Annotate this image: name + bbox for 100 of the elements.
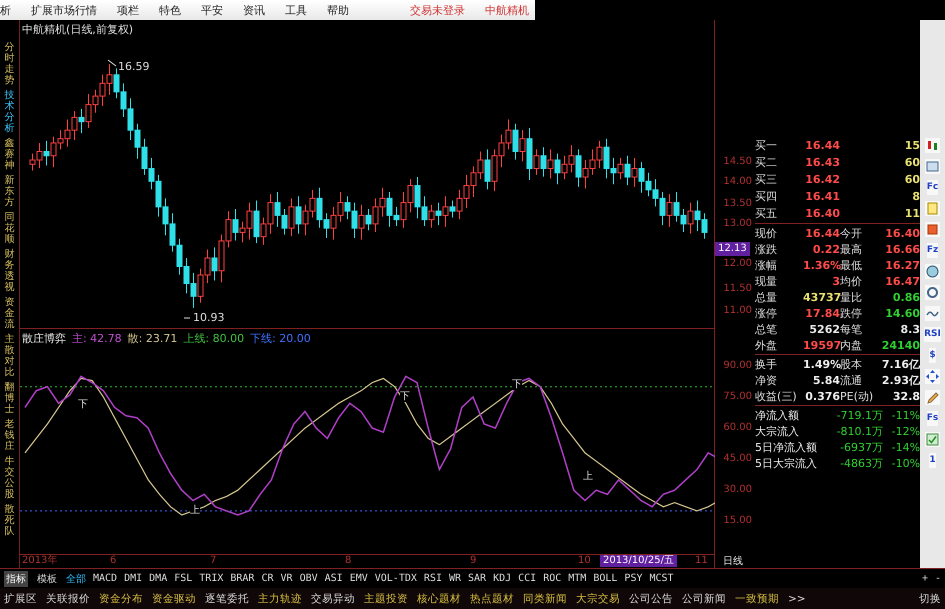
stat-value: 1.36% — [803, 258, 840, 272]
circle-icon[interactable] — [925, 285, 940, 300]
zoom-button[interactable]: + — [922, 573, 928, 584]
low-price-label: 10.93 — [192, 311, 224, 324]
bottom-tab[interactable]: 扩展区 — [4, 592, 37, 606]
flow-amount: -6937万 — [839, 440, 884, 454]
mode-tab[interactable]: 指标 — [4, 570, 28, 586]
globe-icon[interactable] — [925, 264, 940, 279]
indicator-tab[interactable]: OBV — [300, 573, 318, 584]
menu-item[interactable]: 帮助 — [327, 2, 349, 18]
indicator-tab[interactable]: RSI — [424, 573, 442, 584]
indicator-tab[interactable]: PSY — [624, 573, 642, 584]
bottom-tab[interactable]: 交易异动 — [311, 592, 355, 606]
bottom-tab[interactable]: 核心题材 — [417, 592, 461, 606]
bottom-tab[interactable]: 热点题材 — [470, 592, 514, 606]
high-price-label: 16.59 — [118, 60, 150, 73]
indicator-tab[interactable]: WR — [448, 573, 462, 584]
indicator-tab[interactable]: ASI — [324, 573, 343, 584]
check-icon[interactable] — [925, 432, 940, 447]
stat-label: 股本 — [840, 356, 864, 372]
side-tab[interactable]: 资金流 — [4, 297, 14, 330]
side-tab[interactable]: 老钱庄 — [4, 419, 14, 452]
bottom-tab[interactable]: >> — [788, 592, 806, 604]
wave-icon[interactable] — [925, 306, 940, 321]
status-text: 中航精机 — [485, 2, 529, 18]
zoom-button[interactable]: - — [934, 573, 941, 584]
side-tab[interactable]: 技术分析 — [4, 90, 14, 134]
stat-label: 量比 — [840, 290, 864, 304]
toolbar-button[interactable]: Fc — [926, 180, 938, 195]
window-icon[interactable] — [925, 159, 940, 174]
side-tab[interactable]: 牛交公股 — [4, 456, 14, 500]
move-icon[interactable] — [925, 369, 940, 384]
pencil-icon[interactable] — [925, 390, 940, 405]
toolbar-button[interactable]: 1 — [929, 453, 936, 468]
cross-marker: 下 — [78, 399, 88, 410]
indicator-tab[interactable]: BOLL — [593, 573, 618, 584]
cross-marker: 上 — [190, 505, 200, 516]
cross-marker: 下 — [400, 391, 410, 402]
bottom-tab[interactable]: 主题投资 — [364, 592, 408, 606]
flow-label: 5日大宗流入 — [755, 456, 818, 470]
indicator-tab[interactable]: VOL-TDX — [374, 573, 417, 584]
stat-label: 换手 — [755, 356, 778, 372]
indicator-tab[interactable]: 全部 — [66, 572, 86, 586]
side-tab[interactable]: 鑫赛神 — [4, 138, 14, 171]
indicator-tab[interactable]: BRAR — [230, 573, 254, 584]
indicator-tick: 90.00 — [723, 360, 752, 371]
bottom-tab[interactable]: 公司新闻 — [682, 592, 726, 606]
menu-item[interactable]: 扩展市场行情 — [31, 2, 97, 18]
indicator-value: 下线: 20.00 — [250, 331, 311, 346]
toolbar-button[interactable]: Fs — [926, 411, 938, 426]
indicator-tab[interactable]: DMI — [124, 573, 142, 584]
indicator-tab[interactable]: MACD — [93, 573, 118, 584]
menu-item[interactable]: 工具 — [285, 2, 307, 18]
bottom-tab[interactable]: 关联报价 — [46, 592, 90, 606]
indicator-tab[interactable]: SAR — [468, 573, 486, 584]
note-icon[interactable] — [925, 201, 940, 216]
side-tab[interactable]: 主散对比 — [4, 334, 14, 378]
bottom-tab[interactable]: 资金分布 — [99, 592, 143, 606]
menu-item[interactable]: 项栏 — [117, 2, 139, 18]
bottom-tab[interactable]: 公司公告 — [629, 592, 673, 606]
indicator-tab[interactable]: EMV — [350, 573, 368, 584]
flow-label: 大宗流入 — [755, 424, 800, 438]
bottom-tab[interactable]: 同类新闻 — [523, 592, 567, 606]
toolbar-button[interactable]: $ — [929, 348, 936, 363]
cross-marker: 上 — [582, 471, 593, 482]
indicator-tab[interactable]: VR — [280, 573, 293, 584]
indicator-tab[interactable]: KDJ — [493, 573, 512, 584]
menu-item[interactable]: 平安 — [201, 2, 223, 18]
side-tab[interactable]: 同花顺 — [4, 212, 14, 245]
bottom-tab[interactable]: 逐笔委托 — [205, 592, 249, 606]
indicator-name: 散庄博弈 — [22, 331, 66, 346]
bottom-tab[interactable]: 大宗交易 — [576, 592, 620, 606]
menu-item[interactable]: 析 — [0, 2, 11, 18]
indicator-tab[interactable]: DMA — [149, 573, 168, 584]
indicator-tab[interactable]: CCI — [518, 573, 536, 584]
candlestick-icon[interactable] — [925, 138, 940, 153]
indicator-tab[interactable]: MTM — [568, 573, 586, 584]
toolbar-button[interactable]: RSI — [924, 327, 941, 342]
side-tab[interactable]: 财务透视 — [4, 249, 14, 293]
indicator-tab[interactable]: TRIX — [199, 573, 224, 584]
menu-item[interactable]: 资讯 — [243, 2, 265, 18]
bottom-tab[interactable]: 资金驱动 — [152, 592, 196, 606]
toolbar-button[interactable]: Fz — [926, 243, 938, 258]
side-tab[interactable]: 翻博士 — [4, 382, 14, 415]
side-tab[interactable]: 散死队 — [4, 504, 14, 537]
side-tab[interactable]: 分时走势 — [4, 42, 14, 86]
indicator-tab[interactable]: CR — [261, 573, 274, 584]
stat-value: 1.49% — [803, 358, 840, 370]
bottom-tab[interactable]: 一致预期 — [735, 592, 779, 606]
indicator-tab[interactable]: MCST — [649, 573, 674, 584]
bottom-tab[interactable]: 主力轨迹 — [258, 592, 302, 606]
switch-button[interactable]: 切换 — [919, 592, 941, 606]
date-label: 7 — [210, 555, 216, 568]
side-tab[interactable]: 新东方 — [4, 175, 14, 208]
bid-volume: 11 — [904, 207, 920, 220]
stop-icon[interactable] — [925, 222, 940, 237]
mode-tab[interactable]: 模板 — [35, 570, 59, 586]
menu-item[interactable]: 特色 — [159, 2, 181, 18]
indicator-tab[interactable]: ROC — [543, 573, 562, 584]
indicator-tab[interactable]: FSL — [174, 573, 192, 584]
